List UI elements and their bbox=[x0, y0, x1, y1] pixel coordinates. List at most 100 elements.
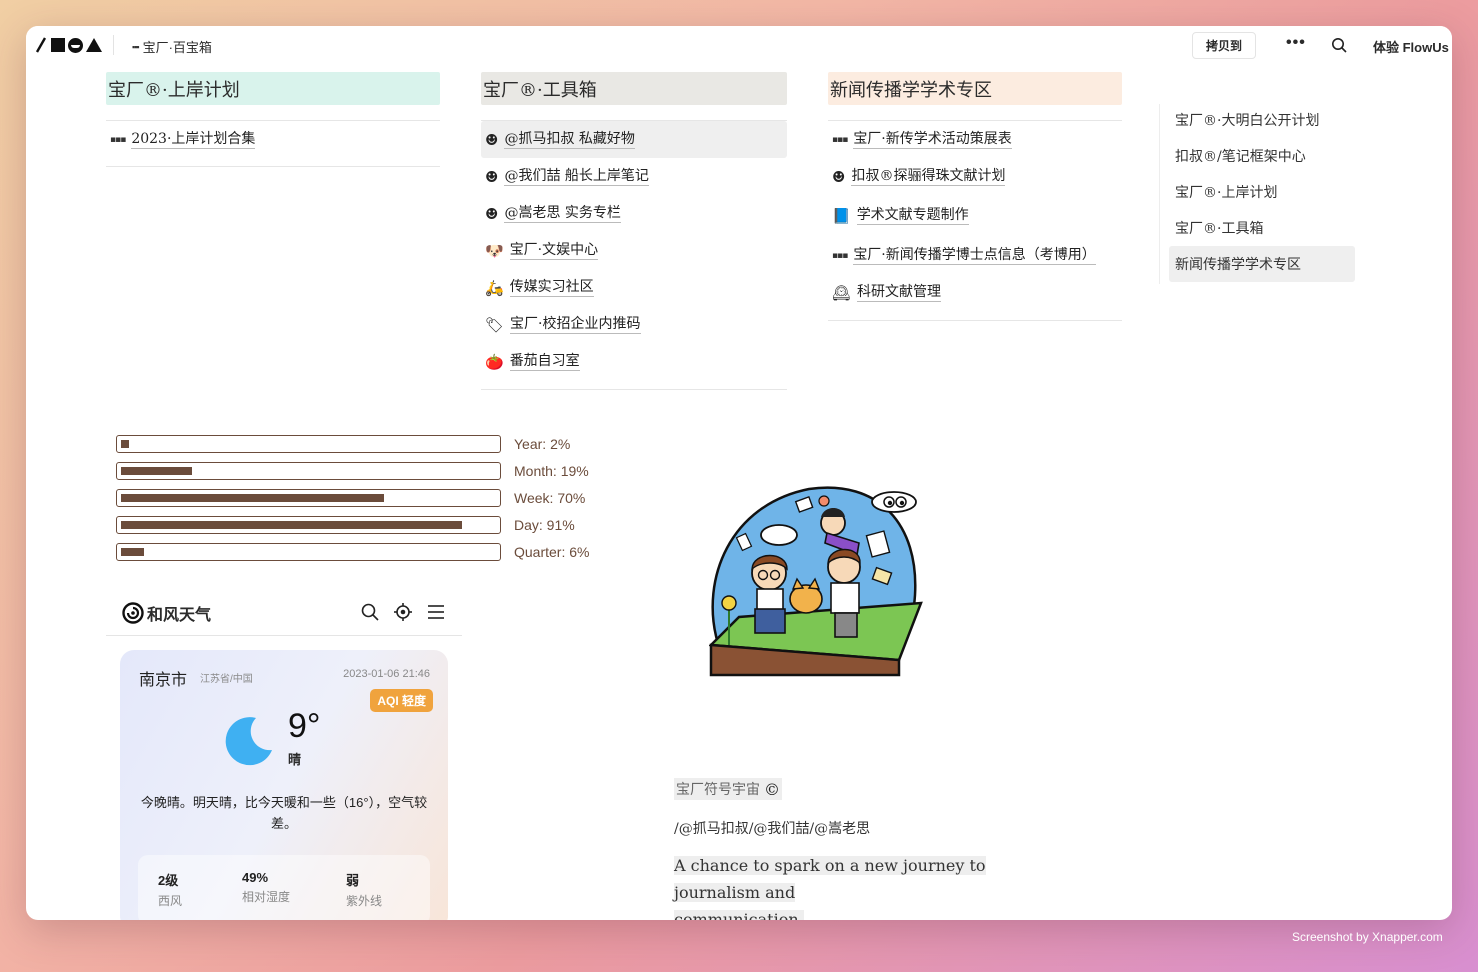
authors-line: /@抓马扣叔/@我们喆/@嵩老思 bbox=[674, 821, 871, 837]
progress-label: Day: 91% bbox=[514, 516, 575, 533]
scooter-icon: 🛵 bbox=[485, 278, 504, 297]
dots-icon: ▪▪▪ bbox=[832, 250, 848, 261]
list-item[interactable]: ☻ @抓马扣叔 私藏好物 bbox=[481, 121, 787, 158]
outline-item[interactable]: 宝厂®·上岸计划 bbox=[1169, 174, 1355, 210]
progress-label: Month: 19% bbox=[514, 462, 589, 479]
progress-track bbox=[116, 461, 501, 480]
person-icon: ☻ bbox=[485, 167, 499, 186]
progress-fill bbox=[121, 466, 192, 475]
app-window: ▪▪▪ 宝厂·百宝箱 拷贝到 ••• 体验 FlowUs 宝厂®·上岸计划 ▪▪… bbox=[26, 26, 1452, 920]
progress-label: Week: 70% bbox=[514, 489, 586, 506]
progress-label: Quarter: 6% bbox=[514, 543, 590, 560]
list-item[interactable]: ▪▪▪ 2023·上岸计划合集 bbox=[106, 121, 440, 158]
progress-fill bbox=[121, 520, 462, 529]
screenshot-credit: Screenshot by Xnapper.com bbox=[1292, 930, 1443, 944]
clock-icon: 🕰 bbox=[832, 283, 852, 302]
book-icon: 📘 bbox=[832, 207, 851, 225]
column-shanghan-plan: 宝厂®·上岸计划 ▪▪▪ 2023·上岸计划合集 bbox=[106, 72, 440, 167]
weather-card: 南京市 江苏省/中国 2023-01-06 21:46 AQI 轻度 9° 晴 … bbox=[120, 650, 448, 920]
stat-key: 西风 bbox=[158, 894, 183, 908]
aqi-badge[interactable]: AQI 轻度 bbox=[370, 689, 433, 712]
progress-label: Year: 2% bbox=[514, 435, 571, 452]
dots-icon: ▪▪▪ bbox=[132, 41, 140, 52]
stat-value: 49% bbox=[242, 870, 269, 885]
search-icon[interactable] bbox=[1331, 37, 1347, 53]
progress-row: Day: 91% bbox=[116, 511, 589, 538]
outline-item-active[interactable]: 新闻传播学学术专区 bbox=[1169, 246, 1355, 282]
item-label: 番茄自习室 bbox=[509, 352, 580, 371]
weather-brand[interactable]: 和风天气 bbox=[122, 601, 211, 625]
city-name[interactable]: 南京市 bbox=[139, 666, 187, 690]
weather-condition: 晴 bbox=[288, 752, 302, 767]
search-icon[interactable] bbox=[360, 602, 380, 622]
outline-item[interactable]: 宝厂®·大明白公开计划 bbox=[1169, 102, 1355, 138]
column-toolbox: 宝厂®·工具箱 ☻ @抓马扣叔 私藏好物 ☻ @我们喆 船长上岸笔记 ☻ @嵩老… bbox=[481, 72, 787, 390]
progress-row: Week: 70% bbox=[116, 484, 589, 511]
progress-track bbox=[116, 542, 501, 561]
weather-widget: 和风天气 南京市 江苏省/中国 2023-01-06 21:46 AQI 轻度 … bbox=[106, 591, 462, 920]
outline-item[interactable]: 扣叔®/笔记框架中心 bbox=[1169, 138, 1355, 174]
progress-row: Year: 2% bbox=[116, 430, 589, 457]
quote-line: communication. bbox=[674, 910, 804, 920]
weather-toolbar bbox=[360, 602, 446, 622]
qweather-logo-icon bbox=[122, 602, 144, 624]
column-academic: 新闻传播学学术专区 ▪▪▪ 宝厂·新传学术活动策展表 ☻ 扣叔®探骊得珠文献计划… bbox=[828, 72, 1122, 321]
tag-icon: 🏷 bbox=[485, 315, 505, 334]
column-title: 宝厂®·工具箱 bbox=[481, 72, 787, 105]
item-label: 宝厂·新传学术活动策展表 bbox=[853, 130, 1012, 149]
stat-value: 弱 bbox=[346, 873, 360, 888]
more-options-icon[interactable]: ••• bbox=[1286, 34, 1306, 52]
list-item[interactable]: 🕰 科研文献管理 bbox=[828, 274, 1122, 311]
stat-key: 紫外线 bbox=[346, 894, 383, 908]
divider bbox=[828, 320, 1122, 321]
tomato-icon: 🍅 bbox=[485, 352, 504, 371]
quote-line: A chance to spark on a new journey to jo… bbox=[674, 856, 986, 902]
try-flowus-link[interactable]: 体验 FlowUs bbox=[1373, 37, 1449, 56]
item-label: 传媒实习社区 bbox=[509, 278, 594, 297]
list-item[interactable]: ☻ 扣叔®探骊得珠文献计划 bbox=[828, 158, 1122, 195]
province-name: 江苏省/中国 bbox=[200, 674, 253, 685]
breadcrumb[interactable]: ▪▪▪ 宝厂·百宝箱 bbox=[132, 37, 212, 56]
divider bbox=[481, 389, 787, 390]
item-label: 科研文献管理 bbox=[857, 283, 942, 302]
progress-fill bbox=[121, 493, 384, 502]
list-item[interactable]: ☻ @嵩老思 实务专栏 bbox=[481, 195, 787, 232]
person-icon: ☻ bbox=[485, 204, 499, 223]
cartoon-illustration bbox=[709, 486, 923, 677]
item-label: 扣叔®探骊得珠文献计划 bbox=[851, 167, 1006, 186]
locate-icon[interactable] bbox=[393, 602, 413, 622]
flowus-logo[interactable] bbox=[34, 37, 102, 53]
weather-description: 今晚晴。明天晴，比今天暖和一些（16°），空气较差。 bbox=[140, 795, 428, 831]
list-item[interactable]: 🍅 番茄自习室 bbox=[481, 343, 787, 380]
person-icon: ☻ bbox=[485, 130, 499, 149]
list-item[interactable]: 🏷 宝厂·校招企业内推码 bbox=[481, 306, 787, 343]
person-icon: ☻ bbox=[832, 167, 846, 186]
weather-datetime: 2023-01-06 21:46 bbox=[343, 668, 430, 680]
progress-fill bbox=[121, 439, 129, 448]
outline-item[interactable]: 宝厂®·工具箱 bbox=[1169, 210, 1355, 246]
progress-row: Month: 19% bbox=[116, 457, 589, 484]
list-item[interactable]: 🛵 传媒实习社区 bbox=[481, 269, 787, 306]
item-label: 宝厂·新闻传播学博士点信息（考博用） bbox=[853, 246, 1096, 265]
list-item[interactable]: ▪▪▪ 宝厂·新传学术活动策展表 bbox=[828, 121, 1122, 158]
wind-stat: 2级 西风 bbox=[158, 870, 242, 920]
divider bbox=[106, 166, 440, 167]
menu-icon[interactable] bbox=[426, 602, 446, 622]
universe-title-label: 宝厂符号宇宙 bbox=[676, 782, 760, 798]
quote-text: A chance to spark on a new journey to jo… bbox=[674, 852, 1074, 920]
time-progress-widget: Year: 2% Month: 19% Week: 70% Day: 91% Q… bbox=[116, 430, 589, 565]
item-label: @抓马扣叔 私藏好物 bbox=[504, 130, 635, 149]
list-item[interactable]: ☻ @我们喆 船长上岸笔记 bbox=[481, 158, 787, 195]
list-item[interactable]: 📘 学术文献专题制作 bbox=[828, 195, 1122, 237]
list-item[interactable]: ▪▪▪ 宝厂·新闻传播学博士点信息（考博用） bbox=[828, 237, 1122, 274]
list-item[interactable]: 🐶 宝厂·文娱中心 bbox=[481, 232, 787, 269]
weather-header: 和风天气 bbox=[106, 591, 462, 636]
copy-to-button[interactable]: 拷贝到 bbox=[1192, 32, 1256, 59]
universe-title: 宝厂符号宇宙 © bbox=[674, 778, 782, 800]
item-label: 宝厂·文娱中心 bbox=[509, 241, 599, 260]
moon-icon bbox=[225, 717, 272, 766]
item-label: 学术文献专题制作 bbox=[856, 207, 969, 225]
humidity-stat: 49% 相对湿度 bbox=[242, 870, 326, 920]
column-title: 新闻传播学学术专区 bbox=[828, 72, 1122, 105]
stat-value: 2级 bbox=[158, 873, 179, 888]
